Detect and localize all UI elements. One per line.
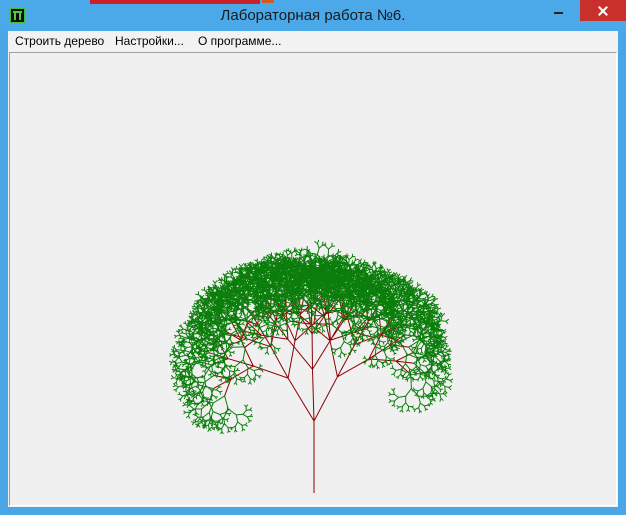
menu-bar: Строить дерево Настройки... О программе.… <box>8 31 618 51</box>
minimize-icon <box>554 12 563 14</box>
menu-build-tree[interactable]: Строить дерево <box>15 34 104 48</box>
menu-settings[interactable]: Настройки... <box>115 34 184 48</box>
close-button[interactable] <box>580 0 626 21</box>
title-bar[interactable]: Лабораторная работа №6. <box>0 0 626 31</box>
menu-about[interactable]: О программе... <box>198 34 281 48</box>
background-strip <box>90 0 260 4</box>
app-window: Лабораторная работа №6. Строить дерево Н… <box>0 0 626 515</box>
tree-foliage <box>168 239 454 435</box>
minimize-button[interactable] <box>545 0 572 21</box>
fractal-tree <box>168 239 454 493</box>
drawing-canvas <box>8 51 618 507</box>
background-strip-2 <box>262 0 274 3</box>
window-title: Лабораторная работа №6. <box>220 7 406 24</box>
